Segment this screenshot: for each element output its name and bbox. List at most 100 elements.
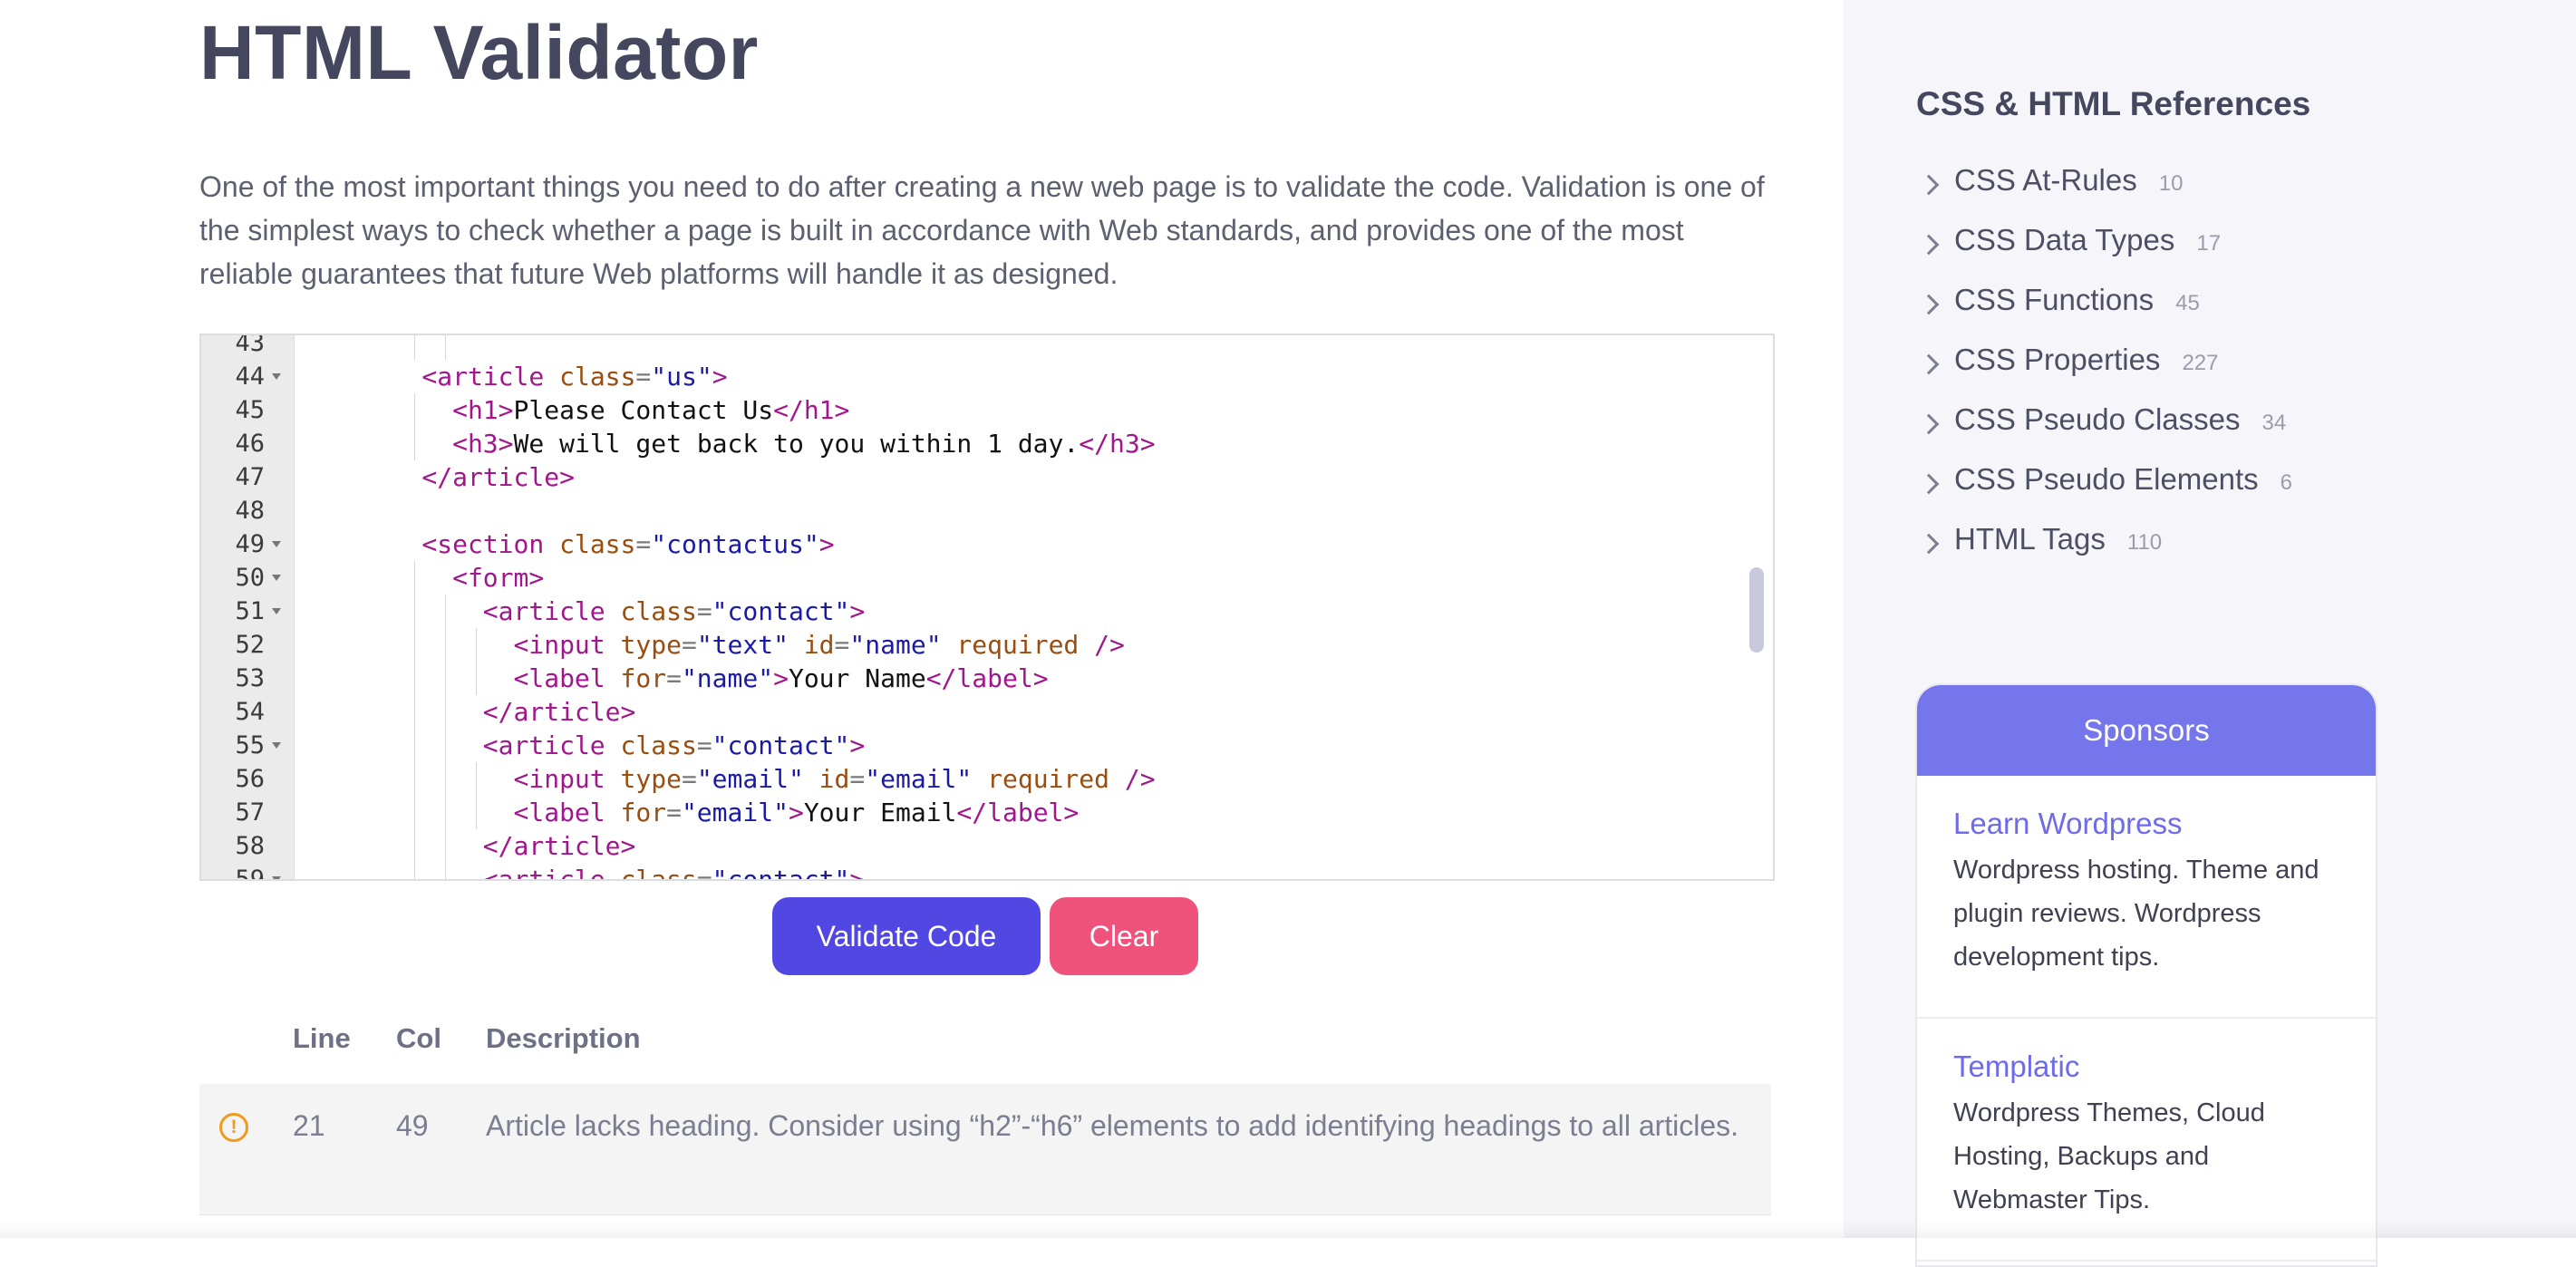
fold-arrow-icon[interactable] — [272, 742, 281, 749]
sidebar-item-label: CSS Pseudo Classes — [1954, 402, 2241, 436]
code-line[interactable]: 50 <form> — [201, 561, 1773, 595]
code-token: Your Name — [788, 663, 926, 693]
code-text: <h1>Please Contact Us</h1> — [452, 393, 849, 427]
code-line[interactable]: 46 <h3>We will get back to you within 1 d… — [201, 427, 1773, 460]
chevron-right-icon — [1918, 174, 1940, 196]
indent-guide — [414, 695, 416, 729]
code-line[interactable]: 54 </article> — [201, 695, 1773, 729]
validate-code-button[interactable]: Validate Code — [772, 897, 1041, 975]
code-token: Please Contact Us — [513, 395, 774, 425]
code-line[interactable]: 59 <article class="contact"> — [201, 863, 1773, 881]
chevron-right-icon — [1918, 473, 1940, 495]
sponsors-header: Sponsors — [1917, 685, 2376, 776]
code-token: "name" — [849, 630, 942, 660]
sidebar-item-label: CSS Data Types — [1954, 223, 2175, 256]
fold-arrow-icon[interactable] — [272, 373, 281, 380]
code-token: for — [620, 663, 667, 693]
results-table-header: Line Col Description — [199, 1008, 1771, 1087]
line-number: 48 — [235, 497, 265, 525]
fold-arrow-icon[interactable] — [272, 541, 281, 547]
code-token: </h1> — [773, 395, 850, 425]
code-token: = — [635, 362, 652, 392]
code-line[interactable]: 57 <label for="email">Your Email</label> — [201, 796, 1773, 829]
code-token: <article — [421, 362, 560, 392]
code-token: > — [849, 596, 866, 626]
code-token: <h1> — [452, 395, 514, 425]
sidebar-item-label: CSS Functions — [1954, 283, 2155, 316]
code-token: "contact" — [712, 865, 850, 881]
indent-guide — [414, 729, 416, 762]
code-token: <label — [513, 663, 621, 693]
sidebar-item-label: CSS Pseudo Elements — [1954, 462, 2259, 496]
code-text: </article> — [421, 460, 575, 494]
code-text: </article> — [483, 695, 636, 729]
code-token: = — [681, 764, 697, 794]
code-editor[interactable]: 43 44 <article class="us"> 45 <h1>Please Con… — [199, 334, 1775, 881]
sidebar-item-label: HTML Tags — [1954, 522, 2106, 556]
code-line[interactable]: 55 <article class="contact"> — [201, 729, 1773, 762]
indent-guide — [414, 335, 416, 360]
code-line[interactable]: 53 <label for="name">Your Name</label> — [201, 662, 1773, 695]
chevron-right-icon — [1918, 533, 1940, 555]
code-token: "name" — [681, 663, 774, 693]
indent-guide — [445, 762, 447, 796]
code-line[interactable]: 48 — [201, 494, 1773, 527]
result-col: 49 — [396, 1109, 429, 1142]
indent-guide — [414, 863, 416, 879]
line-number: 43 — [235, 334, 265, 357]
code-token: class — [620, 730, 697, 760]
code-line[interactable]: 43 — [201, 334, 1773, 360]
code-token: "contactus" — [651, 529, 819, 559]
code-token: for — [620, 798, 667, 827]
code-line[interactable]: 56 <input type="email" id="email" require… — [201, 762, 1773, 796]
code-token: = — [696, 865, 712, 881]
line-number: 50 — [235, 564, 265, 592]
chevron-right-icon — [1918, 234, 1940, 256]
fold-arrow-icon[interactable] — [272, 608, 281, 614]
code-token: > — [712, 362, 728, 392]
indent-guide — [475, 628, 477, 662]
indent-guide — [475, 662, 477, 695]
code-text: <form> — [452, 561, 544, 595]
code-line[interactable]: 49 <section class="contactus"> — [201, 527, 1773, 561]
sidebar-item-label: CSS At-Rules — [1954, 163, 2137, 197]
chevron-right-icon — [1918, 353, 1940, 375]
fold-arrow-icon[interactable] — [272, 575, 281, 581]
item-count: 17 — [2196, 231, 2222, 256]
code-line[interactable]: 47 </article> — [201, 460, 1773, 494]
indent-guide — [445, 335, 447, 360]
code-token: class — [620, 865, 697, 881]
line-number: 51 — [235, 597, 265, 625]
code-token: <h3> — [452, 429, 514, 459]
line-number: 44 — [235, 363, 265, 391]
code-line[interactable]: 51 <article class="contact"> — [201, 595, 1773, 628]
indent-guide — [475, 796, 477, 829]
code-token: class — [559, 362, 636, 392]
code-line[interactable]: 45 <h1>Please Contact Us</h1> — [201, 393, 1773, 427]
clear-button[interactable]: Clear — [1050, 897, 1198, 975]
code-token: required — [941, 630, 1095, 660]
sponsor-link-learn-wordpress[interactable]: Learn Wordpress — [1953, 807, 2339, 841]
code-text: <article class="contact"> — [483, 595, 865, 628]
indent-guide — [414, 595, 416, 628]
bottom-shadow — [0, 1222, 2576, 1238]
code-token: </label> — [956, 798, 1080, 827]
line-number: 59 — [235, 866, 265, 881]
code-token: "email" — [865, 764, 973, 794]
main-content: HTML Validator One of the most important… — [0, 0, 1844, 1238]
code-lines[interactable]: 43 44 <article class="us"> 45 <h1>Please Con… — [201, 334, 1773, 881]
indent-guide — [445, 796, 447, 829]
code-token: <article — [482, 865, 621, 881]
code-token: id — [803, 764, 850, 794]
column-header-line: Line — [293, 1022, 351, 1054]
code-line[interactable]: 44 <article class="us"> — [201, 360, 1773, 393]
fold-arrow-icon[interactable] — [272, 876, 281, 879]
item-count: 6 — [2280, 470, 2293, 495]
code-line[interactable]: 58 </article> — [201, 829, 1773, 863]
code-token: > — [849, 730, 866, 760]
code-token: "email" — [681, 798, 789, 827]
code-line[interactable]: 52 <input type="text" id="name" required … — [201, 628, 1773, 662]
code-token: <article — [482, 730, 621, 760]
editor-scrollbar[interactable] — [1749, 567, 1764, 653]
sponsor-link-templatic[interactable]: Templatic — [1953, 1049, 2339, 1084]
